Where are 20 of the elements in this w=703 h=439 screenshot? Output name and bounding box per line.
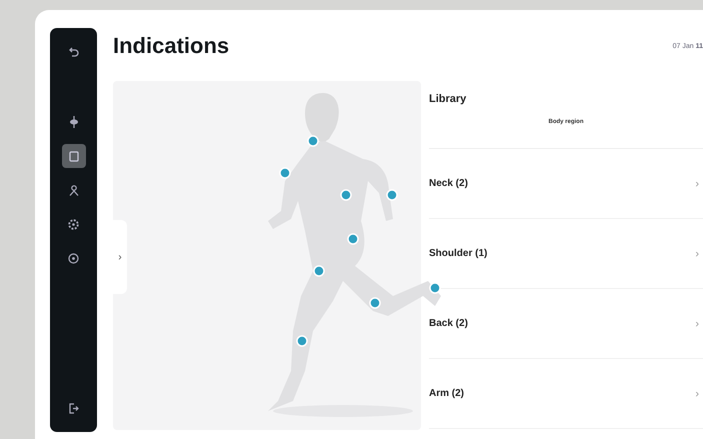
gear-icon	[68, 218, 79, 230]
body-point-marker[interactable]	[340, 189, 352, 201]
body-point-marker[interactable]	[347, 233, 359, 245]
body-point-marker[interactable]	[307, 135, 319, 147]
body-point-marker[interactable]	[386, 189, 398, 201]
spine-icon	[68, 116, 78, 128]
body-point-marker[interactable]	[296, 335, 308, 347]
logout-icon	[68, 402, 78, 414]
body-point-marker[interactable]	[429, 282, 441, 294]
document-icon	[68, 150, 78, 162]
back-icon	[68, 47, 78, 57]
body-point-marker[interactable]	[369, 297, 381, 309]
body-point-marker[interactable]	[279, 167, 291, 179]
nav-button[interactable]	[62, 144, 86, 168]
person-icon	[68, 184, 78, 196]
panel-toggle[interactable]: ›	[113, 220, 127, 294]
body-point-marker[interactable]	[313, 265, 325, 277]
help-icon	[68, 252, 79, 264]
library-title: Library	[429, 93, 466, 105]
page-title: Indications	[113, 33, 230, 59]
